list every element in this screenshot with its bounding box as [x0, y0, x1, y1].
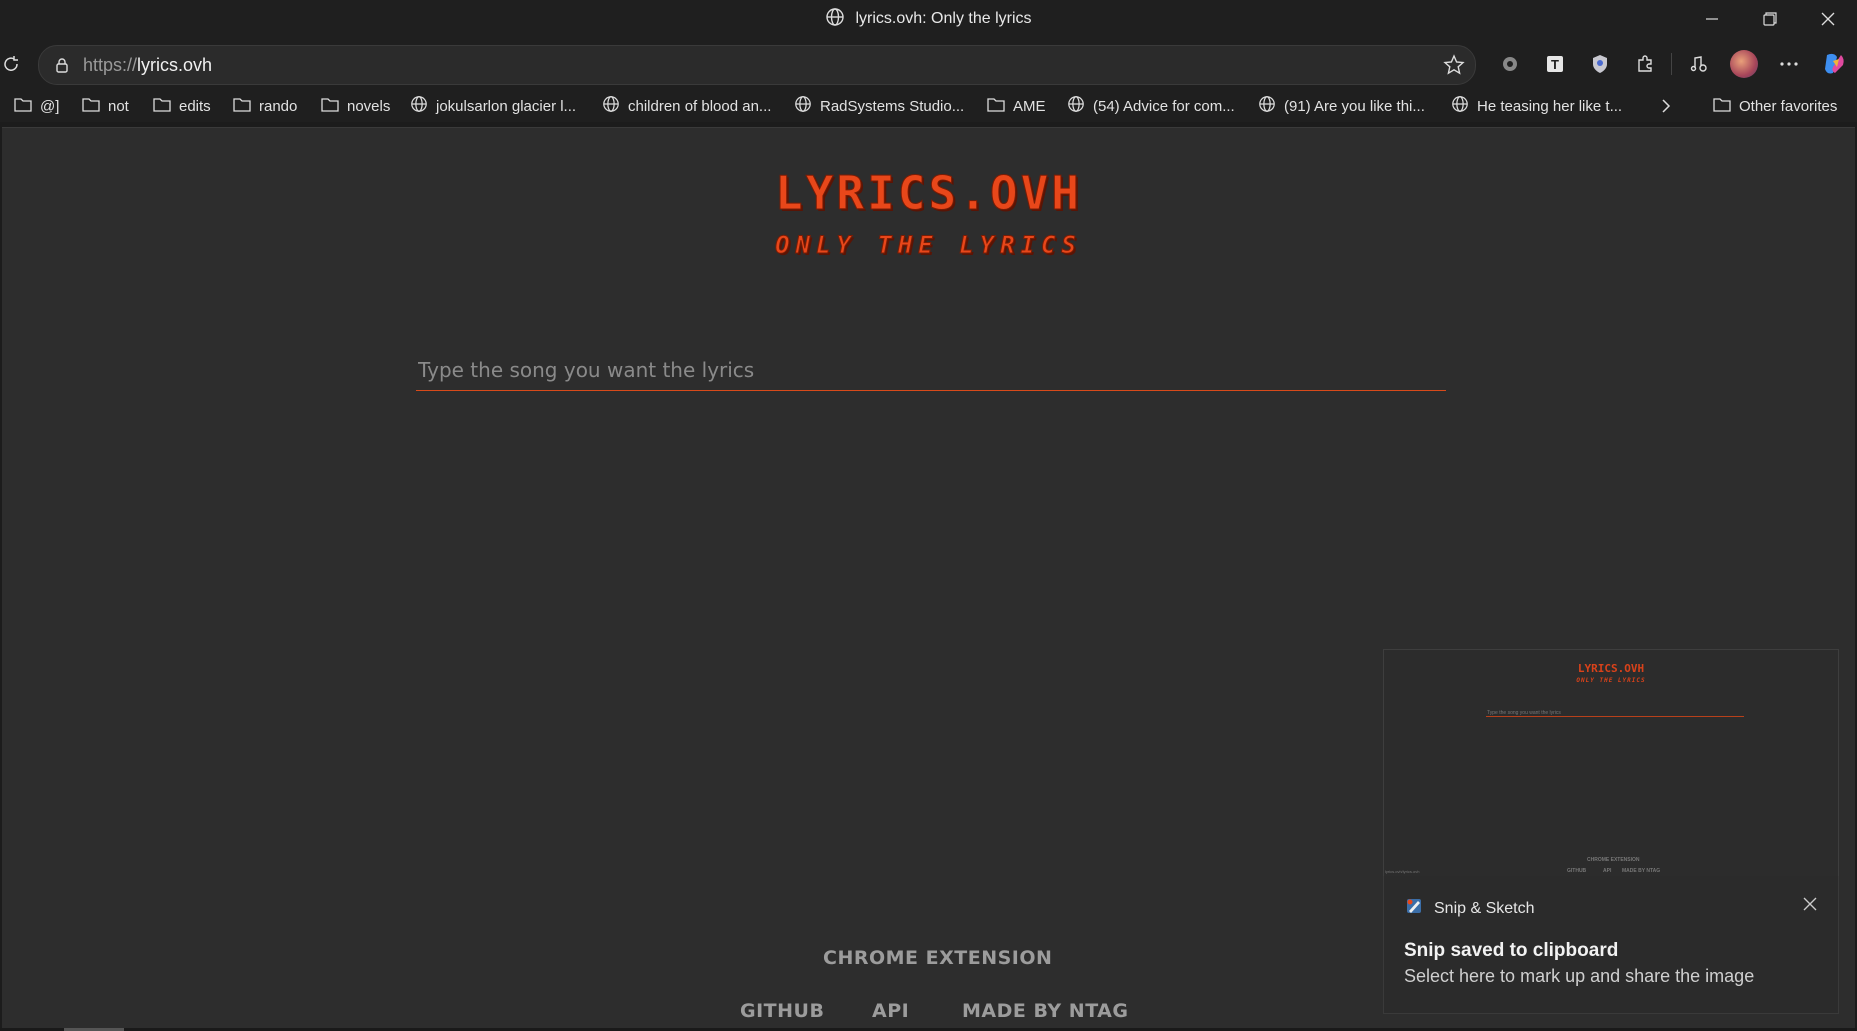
more-options-icon[interactable]	[1766, 45, 1811, 83]
url-text[interactable]: https://lyrics.ovh	[83, 55, 212, 76]
search-field-wrap	[416, 350, 1450, 391]
folder-icon	[153, 96, 171, 116]
bookmark-folder-ame[interactable]: AME	[987, 90, 1046, 122]
url-host: lyrics.ovh	[137, 54, 213, 75]
bookmark-folder-at[interactable]: @]	[14, 90, 59, 122]
folder-icon	[233, 96, 251, 116]
toast-body: Select here to mark up and share the ima…	[1404, 966, 1755, 986]
globe-icon	[602, 95, 620, 117]
site-logo[interactable]: LYRICS.OVH	[2, 166, 1855, 221]
made-by-link[interactable]: MADE BY NTAG	[962, 1000, 1128, 1022]
bookmark-folder-edits[interactable]: edits	[153, 90, 211, 122]
song-search-input[interactable]	[416, 350, 1450, 390]
bookmark-label: (91) Are you like thi...	[1284, 97, 1425, 115]
toast-title: Snip saved to clipboard	[1404, 940, 1619, 961]
preview-api: API	[1603, 868, 1612, 874]
globe-icon	[1258, 95, 1276, 117]
navigation-bar: https://lyrics.ovh T	[0, 38, 1857, 90]
bookmark-label: He teasing her like t...	[1477, 97, 1623, 115]
snip-preview-thumbnail[interactable]: LYRICS.OVH ONLY THE LYRICS Type the song…	[1383, 649, 1839, 878]
bookmark-label: @]	[40, 97, 60, 115]
bookmark-folder-novels[interactable]: novels	[321, 90, 390, 122]
folder-icon	[82, 96, 100, 116]
bookmark-label: novels	[347, 97, 391, 115]
chrome-extension-link[interactable]: CHROME EXTENSION	[823, 947, 1052, 969]
toolbar-icons: T	[1487, 45, 1856, 83]
url-protocol: https://	[83, 54, 138, 75]
github-link[interactable]: GITHUB	[740, 1000, 824, 1022]
close-window-button[interactable]	[1799, 0, 1857, 38]
bookmarks-overflow-chevron-icon[interactable]	[1660, 90, 1672, 122]
toolbar-separator	[1671, 53, 1672, 75]
folder-icon	[321, 96, 339, 116]
preview-github: GITHUB	[1567, 868, 1587, 874]
bookmark-label: Other favorites	[1739, 97, 1838, 115]
window-title-wrap: lyrics.ovh: Only the lyrics	[825, 7, 1032, 32]
bookmark-jokulsarlon[interactable]: jokulsarlon glacier l...	[410, 90, 576, 122]
reload-icon[interactable]	[0, 50, 22, 78]
bookmark-advice[interactable]: (54) Advice for com...	[1067, 90, 1235, 122]
svg-text:T: T	[1551, 57, 1559, 72]
bookmark-label: RadSystems Studio...	[820, 97, 965, 115]
bookmark-folder-not[interactable]: not	[82, 90, 129, 122]
api-link[interactable]: API	[872, 1000, 909, 1022]
bookmark-label: (54) Advice for com...	[1093, 97, 1235, 115]
preview-chrome-extension: CHROME EXTENSION	[1587, 857, 1640, 863]
globe-icon	[794, 95, 812, 117]
globe-icon	[1067, 95, 1085, 117]
globe-icon	[1451, 95, 1469, 117]
bookmarks-bar: @] not edits rando novels jokulsarlon gl…	[0, 90, 1857, 122]
shield-extension-icon[interactable]	[1577, 45, 1622, 83]
globe-icon	[410, 95, 428, 117]
text-extension-icon[interactable]: T	[1532, 45, 1577, 83]
bookmark-folder-rando[interactable]: rando	[233, 90, 297, 122]
toast-header: Snip & Sketch	[1404, 896, 1535, 921]
media-control-icon[interactable]	[1676, 45, 1721, 83]
minimize-button[interactable]	[1683, 0, 1741, 38]
globe-icon	[825, 7, 845, 32]
settings-gear-extension-icon[interactable]	[1487, 45, 1532, 83]
folder-icon	[987, 96, 1005, 116]
preview-search-underline	[1486, 716, 1744, 717]
favorite-star-icon[interactable]	[1443, 54, 1465, 76]
bookmark-label: edits	[179, 97, 211, 115]
title-bar: lyrics.ovh: Only the lyrics	[0, 0, 1857, 38]
window-controls	[1683, 0, 1857, 38]
restore-button[interactable]	[1741, 0, 1799, 38]
window-title: lyrics.ovh: Only the lyrics	[855, 10, 1032, 27]
preview-made-by: MADE BY NTAG	[1622, 868, 1661, 874]
close-icon[interactable]	[1800, 894, 1820, 914]
bookmark-are-you-like[interactable]: (91) Are you like thi...	[1258, 90, 1425, 122]
profile-avatar[interactable]	[1721, 45, 1766, 83]
bookmark-label: AME	[1013, 97, 1046, 115]
preview-corner-text: lyrics.ovh/lyrics.ovh	[1385, 869, 1420, 874]
bookmark-children-of-blood[interactable]: children of blood an...	[602, 90, 771, 122]
folder-icon	[1713, 96, 1731, 116]
address-bar[interactable]: https://lyrics.ovh	[38, 45, 1476, 85]
bookmark-radsystems[interactable]: RadSystems Studio...	[794, 90, 964, 122]
bookmark-he-teasing[interactable]: He teasing her like t...	[1451, 90, 1622, 122]
bookmark-other-favorites[interactable]: Other favorites	[1713, 90, 1837, 122]
bookmark-label: rando	[259, 97, 298, 115]
extensions-puzzle-icon[interactable]	[1622, 45, 1667, 83]
preview-logo: LYRICS.OVH	[1577, 662, 1645, 675]
snip-notification-toast[interactable]: Snip & Sketch Snip saved to clipboard Se…	[1383, 876, 1839, 1014]
bookmark-label: children of blood an...	[628, 97, 772, 115]
bookmark-label: jokulsarlon glacier l...	[436, 97, 577, 115]
avatar-image	[1729, 50, 1758, 78]
site-info-lock-icon[interactable]	[51, 54, 73, 76]
toast-app-name: Snip & Sketch	[1434, 899, 1535, 917]
preview-tagline: ONLY THE LYRICS	[1576, 677, 1646, 684]
bookmark-label: not	[108, 97, 129, 115]
folder-icon	[14, 96, 32, 116]
site-tagline: ONLY THE LYRICS	[775, 231, 1082, 260]
copilot-icon[interactable]	[1811, 45, 1856, 83]
snip-sketch-app-icon	[1404, 896, 1424, 921]
